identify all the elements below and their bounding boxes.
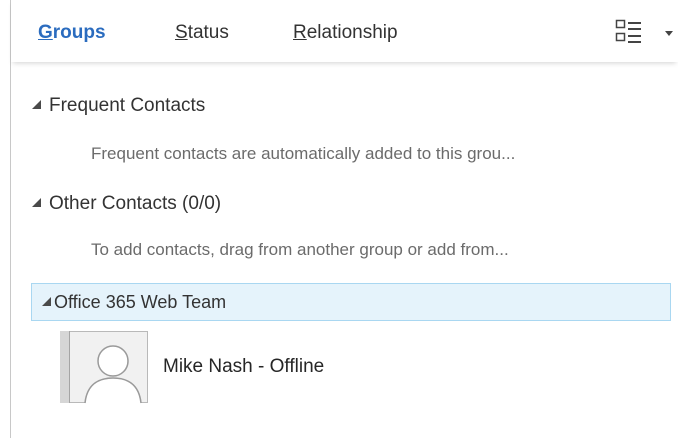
tab-groups-accesskey: G [38, 22, 53, 43]
group-office-365-web-team[interactable]: Office 365 Web Team [31, 283, 671, 321]
group-other-hint: To add contacts, drag from another group… [91, 240, 509, 259]
chevron-down-icon[interactable] [665, 31, 673, 36]
tab-bar: Groups Status Relationship [11, 0, 678, 62]
group-frequent-hint: Frequent contacts are automatically adde… [91, 144, 516, 163]
contact-name: Mike Nash - Offline [163, 356, 325, 377]
tab-groups-label: roups [52, 22, 106, 43]
presence-indicator [60, 331, 70, 403]
expanded-triangle-icon[interactable] [32, 198, 41, 207]
group-frequent-title: Frequent Contacts [49, 95, 206, 116]
left-border [0, 0, 11, 438]
list-view-icon [615, 19, 641, 43]
group-office-title: Office 365 Web Team [54, 292, 227, 312]
tab-groups[interactable]: Groups [38, 22, 106, 44]
group-other-title: Other Contacts (0/0) [49, 193, 222, 214]
tab-status-accesskey: S [175, 22, 188, 43]
expanded-triangle-icon[interactable] [42, 297, 51, 306]
contact-list-item[interactable]: Mike Nash - Offline [58, 330, 458, 404]
group-other-contacts[interactable]: Other Contacts (0/0) [32, 192, 221, 216]
tab-relationship-accesskey: R [293, 22, 307, 43]
default-avatar-icon [84, 345, 142, 404]
tab-relationship-label: elationship [306, 22, 398, 43]
tab-status[interactable]: Status [175, 22, 229, 44]
avatar [60, 331, 148, 404]
tab-relationship[interactable]: Relationship [293, 22, 398, 44]
tab-status-label: tatus [187, 22, 229, 43]
expanded-triangle-icon[interactable] [32, 100, 41, 109]
group-frequent-contacts[interactable]: Frequent Contacts [32, 94, 205, 118]
group-office-header: Office 365 Web Team [42, 290, 226, 314]
